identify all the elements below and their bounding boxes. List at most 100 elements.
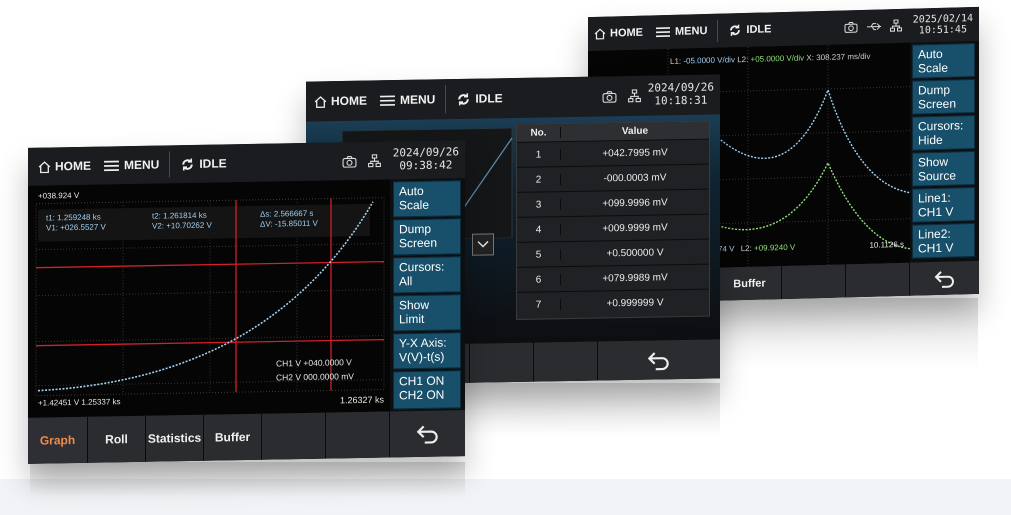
cursor2-readout: t2: 1.261814 ks V2: +10.70262 V: [152, 211, 212, 233]
l2-bottom-value: +09.9240 V: [754, 242, 796, 253]
auto-scale-button[interactable]: Auto Scale: [912, 42, 975, 79]
dropdown-button[interactable]: [472, 233, 494, 256]
cursors-button[interactable]: Cursors: Hide: [912, 114, 975, 151]
show-limit-button[interactable]: Show Limit: [393, 294, 461, 332]
run-status-button[interactable]: IDLE: [180, 156, 227, 172]
channel-toggle-button[interactable]: CH1 ON CH2 ON: [393, 370, 461, 410]
ch1-setting: CH1 V +040.0000 V: [276, 357, 352, 369]
table-row[interactable]: 2 -000.0003 mV: [517, 164, 709, 193]
tab-blank[interactable]: [470, 342, 534, 383]
tab-graph[interactable]: Graph: [28, 416, 88, 464]
tab-statistics[interactable]: Statistics: [146, 414, 204, 462]
table-row[interactable]: 4 +009.9999 mV: [517, 214, 709, 243]
ch2-setting: CH2 V 000.0000 mV: [276, 370, 354, 383]
status-label: IDLE: [746, 23, 772, 36]
x-left-label: 1.25337 ks: [81, 397, 121, 407]
line2-button[interactable]: Line2: CH1 V: [912, 222, 975, 259]
t2-label: t2:: [152, 211, 161, 221]
table-row[interactable]: 7 +0.999999 V: [517, 290, 709, 318]
menu-icon: [104, 160, 119, 171]
menu-label: MENU: [124, 157, 160, 173]
row-no: 5: [517, 248, 561, 261]
row-no: 7: [517, 299, 561, 311]
run-status-button[interactable]: IDLE: [728, 22, 771, 37]
cursors-button[interactable]: Cursors: All: [393, 256, 461, 294]
home-label: HOME: [55, 158, 91, 174]
dv-label: ΔV:: [260, 219, 273, 230]
home-button[interactable]: HOME: [38, 159, 91, 174]
menu-label: MENU: [675, 24, 708, 38]
row-value: +0.999999 V: [606, 297, 664, 310]
refresh-icon: [730, 24, 741, 36]
refresh-icon: [182, 158, 194, 170]
delta-readout: Δs: 2.566667 s ΔV: -15.85011 V: [260, 209, 318, 231]
back-button[interactable]: [910, 260, 979, 296]
btn-line1: Cursors:: [918, 118, 964, 134]
ds-value: 2.566667 s: [273, 208, 314, 219]
home-button[interactable]: HOME: [314, 94, 367, 109]
home-icon: [594, 28, 606, 40]
x-right-label: 1.26327 ks: [339, 394, 384, 406]
front-topbar: HOME MENU IDLE 2024/09/26 09:38:42: [28, 140, 465, 186]
dump-screen-button[interactable]: Dump Screen: [912, 78, 975, 115]
tab-blank[interactable]: [534, 341, 598, 382]
tab-empty-1[interactable]: [782, 264, 846, 300]
row-value: -000.0003 mV: [603, 171, 667, 184]
menu-button[interactable]: MENU: [655, 25, 707, 38]
line1-button[interactable]: Line1: CH1 V: [912, 186, 975, 223]
tab-empty-1[interactable]: [262, 412, 326, 460]
menu-button[interactable]: MENU: [379, 92, 435, 107]
product-composite: HOME MENU IDLE 2025/02/14 10:51:45 L1: -…: [0, 0, 1011, 515]
camera-icon[interactable]: [844, 21, 858, 33]
back-trace-ch1: [717, 87, 911, 194]
table-row[interactable]: 3 +099.9996 mV: [517, 189, 709, 218]
l2-label: L2:: [737, 54, 749, 65]
home-icon: [314, 95, 327, 108]
x-label: X:: [806, 53, 814, 63]
camera-icon[interactable]: [602, 90, 617, 103]
row-value: +009.9999 mV: [602, 221, 668, 234]
auto-scale-button[interactable]: Auto Scale: [393, 180, 461, 218]
btn-line2: CH2 ON: [399, 387, 445, 403]
network-icon: [890, 19, 902, 32]
status-label: IDLE: [199, 156, 227, 171]
tab-buffer[interactable]: Buffer: [204, 413, 262, 461]
back-button[interactable]: [390, 410, 465, 458]
run-status-button[interactable]: IDLE: [456, 91, 503, 107]
tab-roll[interactable]: Roll: [88, 415, 146, 463]
home-button[interactable]: HOME: [594, 27, 643, 40]
dump-screen-button[interactable]: Dump Screen: [393, 218, 461, 256]
table-row[interactable]: 6 +079.9989 mV: [517, 264, 709, 293]
l1-label: L1:: [670, 56, 682, 66]
time-text: 09:38:42: [399, 158, 453, 173]
back-button[interactable]: [598, 339, 720, 381]
tab-empty-2[interactable]: [326, 411, 390, 459]
return-icon: [416, 425, 438, 444]
row-no: 4: [517, 223, 561, 236]
btn-line2: CH1 V: [918, 204, 954, 220]
row-no: 6: [517, 273, 561, 286]
tab-buffer[interactable]: Buffer: [718, 266, 782, 301]
datetime: 2024/09/26 10:18:31: [648, 81, 714, 108]
camera-icon[interactable]: [342, 155, 357, 168]
btn-line2: Limit: [399, 311, 425, 327]
divider: [717, 19, 719, 42]
row-value: +0.500000 V: [606, 246, 664, 259]
return-icon: [647, 351, 669, 370]
refresh-icon: [458, 92, 470, 105]
yx-axis-button[interactable]: Y-X Axis: V(V)-t(s): [393, 332, 461, 370]
btn-line2: Screen: [399, 235, 438, 251]
show-source-button[interactable]: Show Source: [912, 150, 975, 187]
table-row[interactable]: 5 +0.500000 V: [517, 239, 709, 268]
dv-value: -15.85011 V: [274, 219, 318, 229]
menu-button[interactable]: MENU: [103, 158, 159, 173]
btn-line2: Scale: [399, 197, 430, 213]
row-no: 3: [517, 198, 561, 211]
tab-empty-2[interactable]: [846, 262, 910, 298]
channel-settings-readout: CH1 V +040.0000 V CH2 V 000.0000 mV: [276, 356, 354, 385]
y-bottom-label: +1.42451 V: [38, 397, 80, 408]
header-value: Value: [621, 125, 649, 138]
front-screen: HOME MENU IDLE 2024/09/26 09:38:42 +038.…: [28, 140, 465, 464]
t1-value: 1.259248 ks: [57, 212, 101, 223]
table-row[interactable]: 1 +042.7995 mV: [517, 139, 709, 168]
